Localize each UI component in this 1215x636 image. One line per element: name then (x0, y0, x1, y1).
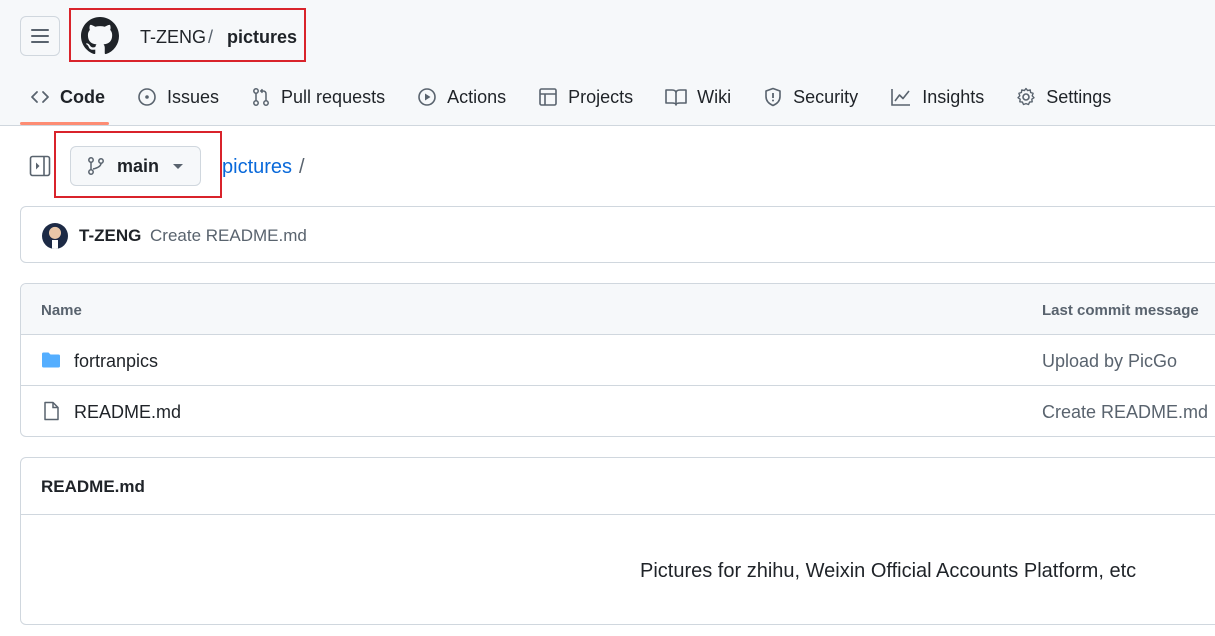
tab-issues[interactable]: Issues (127, 75, 231, 119)
hamburger-menu-button[interactable] (20, 16, 60, 56)
tab-insights[interactable]: Insights (880, 75, 996, 119)
readme-box: README.md Pictures for zhihu, Weixin Off… (20, 457, 1215, 625)
branch-selector-button[interactable]: main (70, 146, 201, 186)
chevron-down-icon (173, 163, 184, 169)
readme-content: Pictures for zhihu, Weixin Official Acco… (640, 560, 1137, 582)
play-icon (418, 88, 436, 106)
tab-code[interactable]: Code (20, 75, 117, 125)
hamburger-icon (31, 29, 49, 43)
column-header-name: Name (41, 302, 82, 319)
tab-issues-label: Issues (167, 86, 220, 107)
breadcrumb-owner-link[interactable]: T-ZENG (140, 27, 206, 48)
file-table-header: Name Last commit message (21, 284, 1215, 335)
tab-projects-label: Projects (568, 86, 634, 107)
tab-actions[interactable]: Actions (407, 75, 518, 119)
latest-commit-box: T-ZENG Create README.md (20, 206, 1215, 263)
file-commit-message-link[interactable]: Create README.md (1042, 402, 1208, 423)
tab-pull-requests[interactable]: Pull requests (241, 75, 397, 119)
tab-wiki-label: Wiki (697, 86, 732, 107)
breadcrumb-repo-link[interactable]: pictures (227, 27, 297, 48)
column-header-last-commit: Last commit message (1042, 302, 1199, 319)
readme-title[interactable]: README.md (41, 477, 145, 497)
graph-icon (891, 89, 911, 106)
tab-insights-label: Insights (922, 86, 985, 107)
file-name-link[interactable]: README.md (74, 402, 181, 423)
github-logo-icon[interactable] (81, 17, 119, 55)
book-icon (665, 89, 687, 106)
file-table: Name Last commit message fortranpics Upl… (20, 283, 1215, 437)
shield-icon (765, 87, 781, 107)
tab-settings-label: Settings (1046, 86, 1112, 107)
gear-icon (1017, 87, 1035, 106)
tab-wiki[interactable]: Wiki (655, 75, 743, 119)
commit-author-link[interactable]: T-ZENG (79, 226, 141, 246)
branch-name: main (117, 155, 160, 176)
tab-settings[interactable]: Settings (1006, 75, 1123, 119)
table-icon (539, 88, 557, 106)
table-row[interactable]: fortranpics Upload by PicGo (21, 335, 1215, 386)
avatar[interactable] (42, 223, 68, 249)
code-icon (31, 91, 49, 103)
tab-projects[interactable]: Projects (528, 75, 645, 119)
path-repo-link[interactable]: pictures (222, 156, 292, 179)
file-commit-message-link[interactable]: Upload by PicGo (1042, 351, 1177, 372)
tab-security-label: Security (793, 86, 859, 107)
tab-pull-requests-label: Pull requests (281, 86, 386, 107)
pull-request-icon (253, 88, 269, 106)
expand-file-tree-icon[interactable] (28, 154, 52, 178)
issue-icon (138, 88, 156, 106)
commit-message-link[interactable]: Create README.md (150, 226, 307, 246)
file-icon (44, 401, 59, 421)
tab-security[interactable]: Security (753, 75, 870, 119)
breadcrumb-separator: / (208, 27, 214, 47)
folder-icon (42, 352, 60, 368)
repo-tab-nav: Code Issues Pull requests Actions Projec… (20, 75, 1133, 125)
repo-header: T-ZENG / pictures Code Issues Pull reque… (0, 0, 1215, 126)
readme-header: README.md (21, 458, 1215, 515)
path-separator: / (299, 156, 305, 178)
file-name-link[interactable]: fortranpics (74, 351, 158, 372)
tab-code-label: Code (60, 86, 105, 107)
tab-actions-label: Actions (447, 86, 507, 107)
table-row[interactable]: README.md Create README.md (21, 386, 1215, 436)
git-branch-icon (88, 157, 104, 175)
